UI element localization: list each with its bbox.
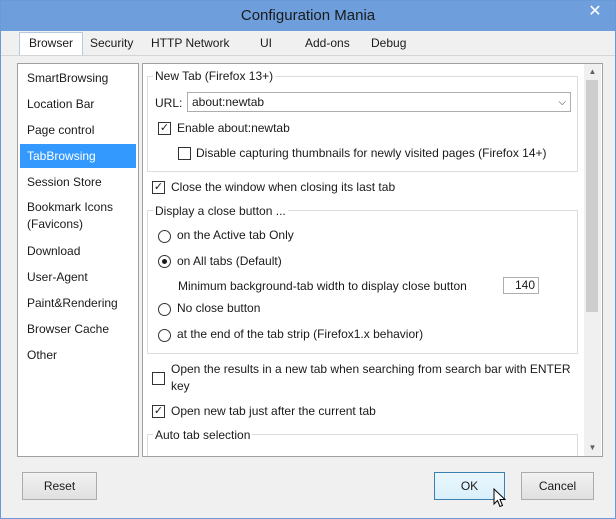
tab-ui[interactable]: UI <box>251 33 281 53</box>
radio-end-of-tab-strip[interactable] <box>158 329 171 342</box>
radio-all-tabs[interactable] <box>158 255 171 268</box>
chevron-down-icon[interactable]: ⌵ <box>558 95 566 110</box>
min-width-input[interactable]: 140 <box>503 277 539 294</box>
open-after-current-checkbox[interactable]: ✓ <box>152 405 165 418</box>
sidebar-item-other[interactable]: Other <box>18 345 136 365</box>
sidebar: SmartBrowsing Location Bar Page control … <box>17 63 139 457</box>
radio-active-tab-only-label: on the Active tab Only <box>177 228 294 242</box>
scroll-thumb[interactable] <box>586 80 598 312</box>
close-icon[interactable]: ✕ <box>580 2 610 22</box>
sidebar-item-page-control[interactable]: Page control <box>18 120 136 140</box>
enable-newtab-checkbox[interactable]: ✓ <box>158 122 171 135</box>
title-bar[interactable]: Configuration Mania ✕ <box>1 1 615 31</box>
search-newtab-checkbox[interactable] <box>152 372 165 385</box>
sidebar-item-bookmark-icons[interactable]: Bookmark Icons (Favicons) <box>18 199 128 233</box>
tab-http-network[interactable]: HTTP Network <box>142 33 238 53</box>
close-window-label: Close the window when closing its last t… <box>171 180 396 194</box>
sidebar-item-smartbrowsing[interactable]: SmartBrowsing <box>18 68 136 88</box>
radio-no-close-button[interactable] <box>158 303 171 316</box>
enable-newtab-label: Enable about:newtab <box>177 121 290 135</box>
settings-scrollbar[interactable]: ▲ ▼ <box>584 64 601 456</box>
url-combobox[interactable]: about:newtab ⌵ <box>187 92 571 112</box>
open-after-current-label: Open new tab just after the current tab <box>171 404 376 418</box>
search-newtab-label-cont: key <box>171 379 190 393</box>
category-tabs: Browser Security HTTP Network UI Add-ons… <box>1 31 615 56</box>
settings-panel: New Tab (Firefox 13+) URL: about:newtab … <box>142 63 603 457</box>
scroll-down-icon[interactable]: ▼ <box>584 440 601 456</box>
tab-debug[interactable]: Debug <box>362 33 415 53</box>
radio-end-of-tab-strip-label: at the end of the tab strip (Firefox1.x … <box>177 327 424 341</box>
tab-browser[interactable]: Browser <box>19 32 84 55</box>
min-width-label: Minimum background-tab width to display … <box>178 279 467 293</box>
sidebar-item-browser-cache[interactable]: Browser Cache <box>18 319 136 339</box>
newtab-group-title: New Tab (Firefox 13+) <box>153 69 276 83</box>
close-window-checkbox[interactable]: ✓ <box>152 181 165 194</box>
radio-selected-dot <box>162 259 167 264</box>
search-newtab-label: Open the results in a new tab when searc… <box>171 362 571 376</box>
tab-add-ons[interactable]: Add-ons <box>296 33 359 53</box>
sidebar-item-session-store[interactable]: Session Store <box>18 172 136 192</box>
cancel-button[interactable]: Cancel <box>521 472 594 500</box>
auto-tab-group-title: Auto tab selection <box>153 428 253 442</box>
radio-active-tab-only[interactable] <box>158 230 171 243</box>
tab-security[interactable]: Security <box>81 33 142 53</box>
scroll-up-icon[interactable]: ▲ <box>584 64 601 80</box>
sidebar-item-tabbrowsing[interactable]: TabBrowsing <box>20 144 136 168</box>
radio-all-tabs-label: on All tabs (Default) <box>177 254 282 268</box>
sidebar-item-location-bar[interactable]: Location Bar <box>18 94 136 114</box>
mouse-cursor-icon <box>493 488 507 508</box>
sidebar-item-download[interactable]: Download <box>18 241 136 261</box>
close-button-group-title: Display a close button ... <box>153 204 288 218</box>
config-window: Configuration Mania ✕ Browser Security H… <box>0 0 616 519</box>
disable-thumbnails-checkbox[interactable] <box>178 147 191 160</box>
disable-thumbnails-label: Disable capturing thumbnails for newly v… <box>196 146 547 160</box>
reset-button[interactable]: Reset <box>22 472 97 500</box>
url-value: about:newtab <box>192 95 265 109</box>
window-title: Configuration Mania <box>240 7 376 24</box>
radio-no-close-button-label: No close button <box>177 301 261 315</box>
url-label: URL: <box>155 96 183 110</box>
sidebar-item-user-agent[interactable]: User-Agent <box>18 267 136 287</box>
sidebar-item-paint-rendering[interactable]: Paint&Rendering <box>18 293 136 313</box>
